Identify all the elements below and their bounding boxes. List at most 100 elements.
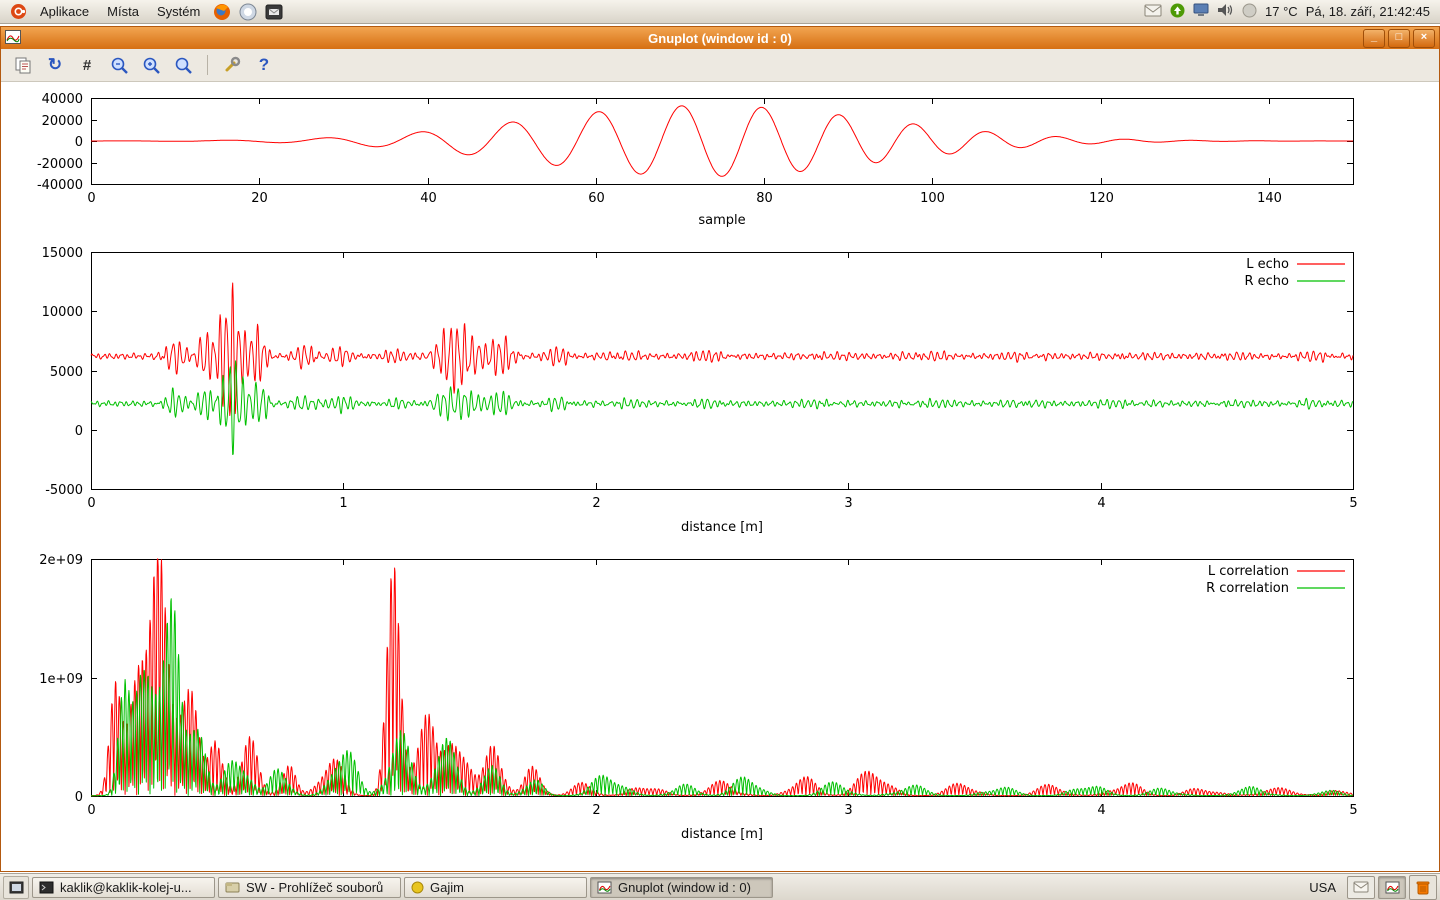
- task-button-file-manager[interactable]: SW - Prohlížeč souborů: [218, 877, 401, 898]
- x-tick-label: 5: [1349, 803, 1357, 818]
- y-tick-label: -40000: [37, 178, 83, 193]
- mail-notify-icon[interactable]: [1144, 4, 1162, 20]
- chart-correlation[interactable]: 0 1 2 3 4 5 0 1e+09 2e+09 distance [m] L correlati…: [1, 547, 1439, 847]
- mail-icon: [1353, 881, 1369, 893]
- firefox-launcher-icon[interactable]: [212, 2, 232, 22]
- gajim-icon: [411, 881, 424, 894]
- options-wrench-button[interactable]: [220, 53, 244, 77]
- gnuplot-tray-button[interactable]: [1378, 876, 1406, 899]
- legend-label: L echo: [1246, 257, 1289, 272]
- help-button[interactable]: ?: [252, 53, 276, 77]
- top-panel: Aplikace Místa Systém 17 °C Pá, 18. září…: [0, 0, 1440, 24]
- show-desktop-icon[interactable]: [3, 876, 29, 899]
- x-tick-label: 4: [1097, 803, 1105, 818]
- file-manager-icon: [225, 881, 240, 894]
- clock[interactable]: Pá, 18. září, 21:42:45: [1306, 4, 1430, 19]
- gnuplot-window: Gnuplot (window id : 0) _ □ × ↻ # ? 0204…: [0, 26, 1440, 872]
- close-button[interactable]: ×: [1413, 29, 1435, 48]
- x-tick-label: 40: [420, 191, 437, 206]
- menu-system[interactable]: Systém: [149, 2, 208, 21]
- gnuplot-mini-icon: [1385, 881, 1400, 894]
- x-tick-label: 0: [87, 803, 95, 818]
- zoom-previous-button[interactable]: [107, 53, 131, 77]
- series-line-l-correlation: [91, 559, 1353, 796]
- toggle-grid-button[interactable]: #: [75, 53, 99, 77]
- x-tick-label: 1: [339, 496, 347, 511]
- taskbar: kaklik@kaklik-kolej-u... SW - Prohlížeč …: [0, 873, 1440, 900]
- help-browser-launcher-icon[interactable]: [238, 2, 258, 22]
- plot-area: 020406080100120140-40000-200000200004000…: [1, 82, 1439, 871]
- x-tick-label: 2: [592, 803, 600, 818]
- y-tick-label: 40000: [42, 92, 83, 107]
- series-line-l-echo: [91, 283, 1353, 416]
- series-line-chirp-pulse: [91, 106, 1353, 176]
- y-tick-label: 10000: [42, 305, 83, 320]
- x-tick-label: 3: [844, 496, 852, 511]
- x-tick-label: 4: [1097, 496, 1105, 511]
- unzoom-button[interactable]: [171, 53, 195, 77]
- x-tick-label: 5: [1349, 496, 1357, 511]
- y-tick-label: 1e+09: [39, 672, 83, 687]
- keyboard-layout-indicator[interactable]: USA: [1301, 880, 1344, 895]
- x-tick-label: 140: [1257, 191, 1282, 206]
- menu-applications[interactable]: Aplikace: [32, 2, 97, 21]
- mail-tray-button[interactable]: [1347, 876, 1375, 899]
- menu-places[interactable]: Místa: [99, 2, 147, 21]
- legend-label: R echo: [1244, 274, 1289, 289]
- x-tick-label: 20: [251, 191, 268, 206]
- gnuplot-icon: [597, 881, 612, 894]
- x-tick-label: 120: [1089, 191, 1114, 206]
- toolbar-separator: [207, 55, 208, 75]
- plot-border: [92, 560, 1354, 797]
- y-tick-label: 5000: [50, 365, 83, 380]
- legend-label: L correlation: [1208, 564, 1289, 579]
- y-tick-label: 15000: [42, 246, 83, 261]
- legend-label: R correlation: [1206, 581, 1289, 596]
- weather-icon[interactable]: [1242, 3, 1257, 21]
- x-tick-label: 100: [920, 191, 945, 206]
- x-tick-label: 60: [588, 191, 605, 206]
- x-axis-label: distance [m]: [681, 520, 763, 535]
- terminal-icon: [39, 881, 54, 894]
- plot-border: [92, 253, 1354, 490]
- screenshot-launcher-icon[interactable]: [264, 2, 284, 22]
- remote-desktop-icon[interactable]: [1193, 3, 1209, 20]
- x-axis-label: distance [m]: [681, 827, 763, 842]
- ubuntu-logo-icon[interactable]: [8, 2, 28, 22]
- chart-echo[interactable]: 0 1 2 3 4 5 -5000 0 5000 10000 15000 distance [m] L …: [1, 241, 1439, 541]
- window-icon: [5, 30, 21, 47]
- series-line-r-correlation: [91, 599, 1353, 796]
- copy-to-clipboard-button[interactable]: [11, 53, 35, 77]
- trash-applet-icon[interactable]: [1409, 875, 1437, 900]
- task-button-gajim[interactable]: Gajim: [404, 877, 587, 898]
- update-notifier-icon[interactable]: [1170, 3, 1185, 21]
- system-tray: 17 °C Pá, 18. září, 21:42:45: [1144, 3, 1434, 21]
- y-tick-label: -20000: [37, 157, 83, 172]
- x-tick-label: 80: [756, 191, 773, 206]
- x-tick-label: 1: [339, 803, 347, 818]
- gnuplot-toolbar: ↻ # ?: [1, 49, 1439, 82]
- x-tick-label: 2: [592, 496, 600, 511]
- y-tick-label: 20000: [42, 114, 83, 129]
- volume-icon[interactable]: [1217, 3, 1234, 20]
- y-tick-label: -5000: [45, 483, 83, 498]
- window-title: Gnuplot (window id : 0): [1, 31, 1439, 46]
- maximize-button[interactable]: □: [1388, 29, 1410, 48]
- x-tick-label: 3: [844, 803, 852, 818]
- task-button-gnuplot[interactable]: Gnuplot (window id : 0): [590, 877, 773, 898]
- task-button-terminal[interactable]: kaklik@kaklik-kolej-u...: [32, 877, 215, 898]
- window-titlebar[interactable]: Gnuplot (window id : 0) _ □ ×: [1, 27, 1439, 49]
- replot-button[interactable]: ↻: [43, 53, 67, 77]
- x-axis-label: sample: [698, 213, 745, 228]
- minimize-button[interactable]: _: [1363, 29, 1385, 48]
- y-tick-label: 0: [75, 790, 83, 805]
- zoom-next-button[interactable]: [139, 53, 163, 77]
- series-line-r-echo: [91, 361, 1353, 455]
- x-tick-label: 0: [87, 191, 95, 206]
- y-tick-label: 2e+09: [39, 553, 83, 568]
- y-tick-label: 0: [75, 135, 83, 150]
- y-tick-label: 0: [75, 424, 83, 439]
- x-tick-label: 0: [87, 496, 95, 511]
- temperature-readout[interactable]: 17 °C: [1265, 4, 1298, 19]
- chart-chirp-signal[interactable]: 0 20 40 60 80 100 120 140 -40000 -20000 0 20000 4000…: [1, 85, 1439, 237]
